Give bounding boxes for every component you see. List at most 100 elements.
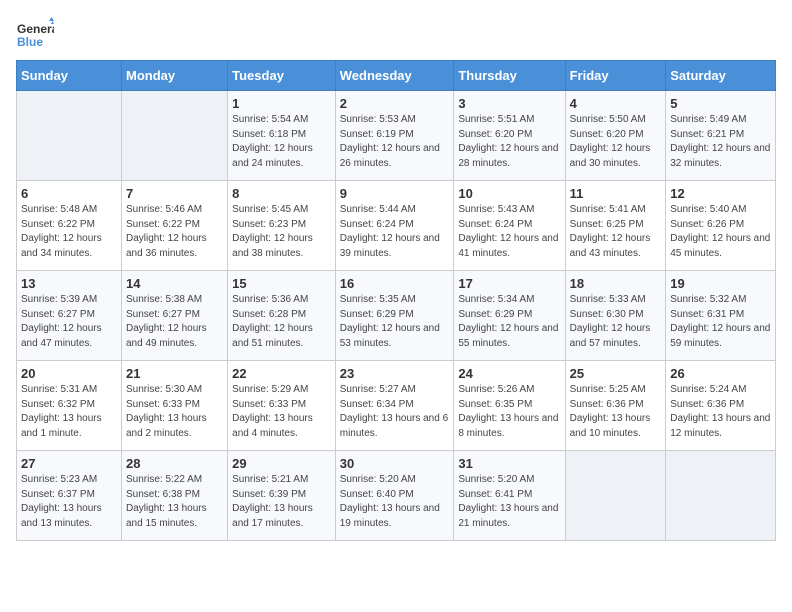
calendar-cell: 30 Sunrise: 5:20 AM Sunset: 6:40 PM Dayli… — [335, 451, 454, 541]
col-header-tuesday: Tuesday — [228, 61, 336, 91]
day-number: 8 — [232, 186, 331, 201]
calendar-cell: 14 Sunrise: 5:38 AM Sunset: 6:27 PM Dayli… — [121, 271, 227, 361]
calendar-cell — [121, 91, 227, 181]
day-info: Sunrise: 5:31 AM Sunset: 6:32 PM Dayligh… — [21, 383, 117, 441]
calendar-cell: 15 Sunrise: 5:36 AM Sunset: 6:28 PM Dayli… — [228, 271, 336, 361]
calendar-cell: 24Sunrise: 5:26 AM Sunset: 6:35 PM Dayli… — [454, 361, 565, 451]
calendar-cell: 28Sunrise: 5:22 AM Sunset: 6:38 PM Dayli… — [121, 451, 227, 541]
day-info: Sunrise: 5:43 AM Sunset: 6:24 PM Dayligh… — [458, 203, 560, 261]
calendar-cell: 26 Sunrise: 5:24 AM Sunset: 6:36 PM Dayli… — [666, 361, 776, 451]
day-number: 20 — [21, 366, 117, 381]
day-number: 1 — [232, 96, 331, 111]
day-number: 21 — [126, 366, 223, 381]
calendar-cell — [17, 91, 122, 181]
day-number: 23 — [340, 366, 450, 381]
calendar-cell: 27Sunrise: 5:23 AM Sunset: 6:37 PM Dayli… — [17, 451, 122, 541]
day-info: Sunrise: 5:21 AM Sunset: 6:39 PM Dayligh… — [232, 473, 331, 531]
day-info: Sunrise: 5:45 AM Sunset: 6:23 PM Dayligh… — [232, 203, 331, 261]
day-info: Sunrise: 5:33 AM Sunset: 6:30 PM Dayligh… — [570, 293, 662, 351]
calendar-cell: 4 Sunrise: 5:50 AM Sunset: 6:20 PM Daylig… — [565, 91, 666, 181]
calendar-cell — [666, 451, 776, 541]
day-info: Sunrise: 5:53 AM Sunset: 6:19 PM Dayligh… — [340, 113, 450, 171]
calendar-cell: 6Sunrise: 5:48 AM Sunset: 6:22 PM Daylig… — [17, 181, 122, 271]
day-info: Sunrise: 5:24 AM Sunset: 6:36 PM Dayligh… — [670, 383, 771, 441]
day-info: Sunrise: 5:20 AM Sunset: 6:40 PM Dayligh… — [340, 473, 450, 531]
calendar-cell: 29 Sunrise: 5:21 AM Sunset: 6:39 PM Dayli… — [228, 451, 336, 541]
day-info: Sunrise: 5:35 AM Sunset: 6:29 PM Dayligh… — [340, 293, 450, 351]
week-row-4: 20 Sunrise: 5:31 AM Sunset: 6:32 PM Dayli… — [17, 361, 776, 451]
calendar-cell — [565, 451, 666, 541]
col-header-sunday: Sunday — [17, 61, 122, 91]
calendar-cell: 1 Sunrise: 5:54 AM Sunset: 6:18 PM Daylig… — [228, 91, 336, 181]
day-number: 16 — [340, 276, 450, 291]
day-info: Sunrise: 5:49 AM Sunset: 6:21 PM Dayligh… — [670, 113, 771, 171]
calendar-cell: 7 Sunrise: 5:46 AM Sunset: 6:22 PM Daylig… — [121, 181, 227, 271]
calendar-cell: 2 Sunrise: 5:53 AM Sunset: 6:19 PM Daylig… — [335, 91, 454, 181]
day-info: Sunrise: 5:39 AM Sunset: 6:27 PM Dayligh… — [21, 293, 117, 351]
calendar-cell: 3 Sunrise: 5:51 AM Sunset: 6:20 PM Daylig… — [454, 91, 565, 181]
day-info: Sunrise: 5:20 AM Sunset: 6:41 PM Dayligh… — [458, 473, 560, 531]
day-number: 3 — [458, 96, 560, 111]
day-number: 17 — [458, 276, 560, 291]
day-info: Sunrise: 5:44 AM Sunset: 6:24 PM Dayligh… — [340, 203, 450, 261]
calendar-table: SundayMondayTuesdayWednesdayThursdayFrid… — [16, 60, 776, 541]
day-info: Sunrise: 5:27 AM Sunset: 6:34 PM Dayligh… — [340, 383, 450, 441]
col-header-wednesday: Wednesday — [335, 61, 454, 91]
calendar-cell: 9 Sunrise: 5:44 AM Sunset: 6:24 PM Daylig… — [335, 181, 454, 271]
day-info: Sunrise: 5:50 AM Sunset: 6:20 PM Dayligh… — [570, 113, 662, 171]
day-number: 22 — [232, 366, 331, 381]
calendar-cell: 20 Sunrise: 5:31 AM Sunset: 6:32 PM Dayli… — [17, 361, 122, 451]
day-number: 26 — [670, 366, 771, 381]
day-number: 9 — [340, 186, 450, 201]
day-number: 15 — [232, 276, 331, 291]
day-number: 31 — [458, 456, 560, 471]
day-info: Sunrise: 5:51 AM Sunset: 6:20 PM Dayligh… — [458, 113, 560, 171]
day-number: 13 — [21, 276, 117, 291]
day-number: 7 — [126, 186, 223, 201]
day-info: Sunrise: 5:29 AM Sunset: 6:33 PM Dayligh… — [232, 383, 331, 441]
day-info: Sunrise: 5:23 AM Sunset: 6:37 PM Dayligh… — [21, 473, 117, 531]
day-number: 25 — [570, 366, 662, 381]
day-number: 5 — [670, 96, 771, 111]
logo-bird-icon: General Blue — [16, 16, 54, 54]
calendar-cell: 12Sunrise: 5:40 AM Sunset: 6:26 PM Dayli… — [666, 181, 776, 271]
week-row-5: 27Sunrise: 5:23 AM Sunset: 6:37 PM Dayli… — [17, 451, 776, 541]
week-row-3: 13 Sunrise: 5:39 AM Sunset: 6:27 PM Dayli… — [17, 271, 776, 361]
week-row-1: 1 Sunrise: 5:54 AM Sunset: 6:18 PM Daylig… — [17, 91, 776, 181]
day-number: 29 — [232, 456, 331, 471]
calendar-cell: 31 Sunrise: 5:20 AM Sunset: 6:41 PM Dayli… — [454, 451, 565, 541]
day-number: 2 — [340, 96, 450, 111]
day-info: Sunrise: 5:46 AM Sunset: 6:22 PM Dayligh… — [126, 203, 223, 261]
day-number: 30 — [340, 456, 450, 471]
day-info: Sunrise: 5:38 AM Sunset: 6:27 PM Dayligh… — [126, 293, 223, 351]
day-number: 6 — [21, 186, 117, 201]
header: General Blue — [16, 16, 776, 54]
day-info: Sunrise: 5:54 AM Sunset: 6:18 PM Dayligh… — [232, 113, 331, 171]
col-header-thursday: Thursday — [454, 61, 565, 91]
day-info: Sunrise: 5:40 AM Sunset: 6:26 PM Dayligh… — [670, 203, 771, 261]
day-info: Sunrise: 5:32 AM Sunset: 6:31 PM Dayligh… — [670, 293, 771, 351]
day-info: Sunrise: 5:36 AM Sunset: 6:28 PM Dayligh… — [232, 293, 331, 351]
day-number: 18 — [570, 276, 662, 291]
calendar-cell: 13 Sunrise: 5:39 AM Sunset: 6:27 PM Dayli… — [17, 271, 122, 361]
logo: General Blue — [16, 16, 54, 54]
day-number: 4 — [570, 96, 662, 111]
col-header-friday: Friday — [565, 61, 666, 91]
col-header-monday: Monday — [121, 61, 227, 91]
day-info: Sunrise: 5:30 AM Sunset: 6:33 PM Dayligh… — [126, 383, 223, 441]
svg-text:Blue: Blue — [17, 35, 43, 49]
calendar-cell: 17Sunrise: 5:34 AM Sunset: 6:29 PM Dayli… — [454, 271, 565, 361]
day-number: 24 — [458, 366, 560, 381]
calendar-cell: 11Sunrise: 5:41 AM Sunset: 6:25 PM Dayli… — [565, 181, 666, 271]
day-number: 10 — [458, 186, 560, 201]
calendar-cell: 18 Sunrise: 5:33 AM Sunset: 6:30 PM Dayli… — [565, 271, 666, 361]
day-number: 14 — [126, 276, 223, 291]
calendar-cell: 23 Sunrise: 5:27 AM Sunset: 6:34 PM Dayli… — [335, 361, 454, 451]
calendar-header-row: SundayMondayTuesdayWednesdayThursdayFrid… — [17, 61, 776, 91]
calendar-cell: 22 Sunrise: 5:29 AM Sunset: 6:33 PM Dayli… — [228, 361, 336, 451]
svg-text:General: General — [17, 22, 54, 36]
col-header-saturday: Saturday — [666, 61, 776, 91]
calendar-cell: 8 Sunrise: 5:45 AM Sunset: 6:23 PM Daylig… — [228, 181, 336, 271]
day-number: 11 — [570, 186, 662, 201]
calendar-cell: 10 Sunrise: 5:43 AM Sunset: 6:24 PM Dayli… — [454, 181, 565, 271]
